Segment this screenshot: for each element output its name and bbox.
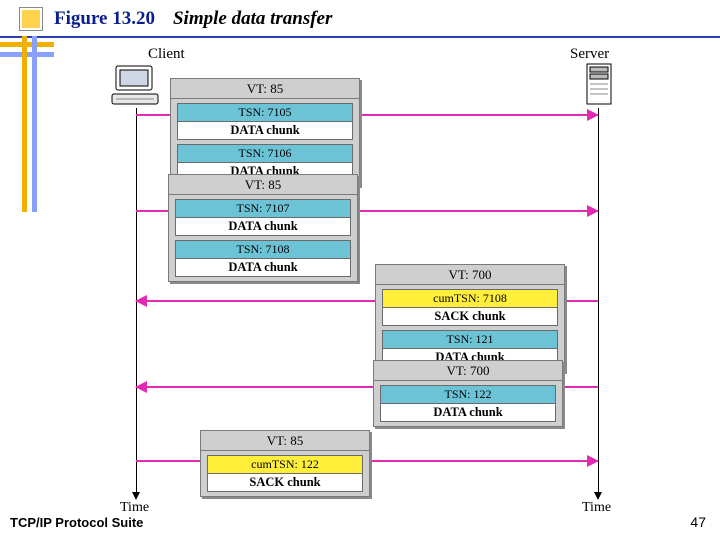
client-lifeline-arrow-icon xyxy=(132,492,140,500)
chunk-header: TSN: 122 xyxy=(381,386,555,404)
title-bullet-icon xyxy=(20,8,42,30)
vt-label: VT: 85 xyxy=(201,431,369,451)
data-chunk: TSN: 7107 DATA chunk xyxy=(175,199,351,236)
chunk-header: TSN: 7106 xyxy=(178,145,352,163)
server-lifeline xyxy=(598,108,599,494)
data-chunk: TSN: 7105 DATA chunk xyxy=(177,103,353,140)
chunk-body: DATA chunk xyxy=(178,122,352,139)
data-chunk: TSN: 122 DATA chunk xyxy=(380,385,556,422)
chunk-header: TSN: 121 xyxy=(383,331,557,349)
msg-group-client-3: VT: 85 cumTSN: 122 SACK chunk xyxy=(200,430,370,497)
sack-chunk: cumTSN: 122 SACK chunk xyxy=(207,455,363,492)
client-time-label: Time xyxy=(120,500,149,516)
slide-title-row: Figure 13.20 Simple data transfer xyxy=(20,6,700,32)
vt-label: VT: 85 xyxy=(169,175,357,195)
footer-source: TCP/IP Protocol Suite xyxy=(10,515,143,530)
vt-label: VT: 85 xyxy=(171,79,359,99)
arrow-to-server xyxy=(362,114,598,116)
chunk-body: SACK chunk xyxy=(383,308,557,325)
chunk-header: cumTSN: 7108 xyxy=(383,290,557,308)
arrow-to-client xyxy=(136,386,373,388)
arrow-to-server xyxy=(372,460,598,462)
vt-label: VT: 700 xyxy=(376,265,564,285)
msg-group-client-2: VT: 85 TSN: 7107 DATA chunk TSN: 7108 DA… xyxy=(168,174,358,282)
arrow-from-client xyxy=(136,210,168,212)
chunk-header: TSN: 7108 xyxy=(176,241,350,259)
sack-chunk: cumTSN: 7108 SACK chunk xyxy=(382,289,558,326)
server-rack-icon xyxy=(585,62,613,111)
arrow-from-server xyxy=(565,386,598,388)
msg-group-server-1: VT: 700 cumTSN: 7108 SACK chunk TSN: 121… xyxy=(375,264,565,372)
msg-group-client-1: VT: 85 TSN: 7105 DATA chunk TSN: 7106 DA… xyxy=(170,78,360,186)
side-rail-icon xyxy=(0,36,54,72)
chunk-header: cumTSN: 122 xyxy=(208,456,362,474)
msg-group-server-2: VT: 700 TSN: 122 DATA chunk xyxy=(373,360,563,427)
vt-label: VT: 700 xyxy=(374,361,562,381)
arrow-from-client xyxy=(136,114,170,116)
arrow-to-server xyxy=(360,210,598,212)
chunk-body: DATA chunk xyxy=(381,404,555,421)
server-lifeline-arrow-icon xyxy=(594,492,602,500)
sequence-diagram: Client Server Time Time VT: 85 TSN: 7105… xyxy=(70,46,670,506)
chunk-header: TSN: 7107 xyxy=(176,200,350,218)
figure-title: Simple data transfer xyxy=(173,8,332,30)
arrow-to-client xyxy=(136,300,375,302)
arrow-from-server xyxy=(567,300,598,302)
client-computer-icon xyxy=(110,64,164,113)
page-number: 47 xyxy=(690,514,706,530)
chunk-body: SACK chunk xyxy=(208,474,362,491)
arrow-from-client xyxy=(136,460,200,462)
title-underline xyxy=(0,36,720,38)
server-time-label: Time xyxy=(582,500,611,516)
server-label: Server xyxy=(570,46,609,63)
chunk-body: DATA chunk xyxy=(176,218,350,235)
data-chunk: TSN: 7108 DATA chunk xyxy=(175,240,351,277)
figure-label: Figure 13.20 xyxy=(54,8,155,30)
chunk-header: TSN: 7105 xyxy=(178,104,352,122)
chunk-body: DATA chunk xyxy=(176,259,350,276)
client-label: Client xyxy=(148,46,185,63)
